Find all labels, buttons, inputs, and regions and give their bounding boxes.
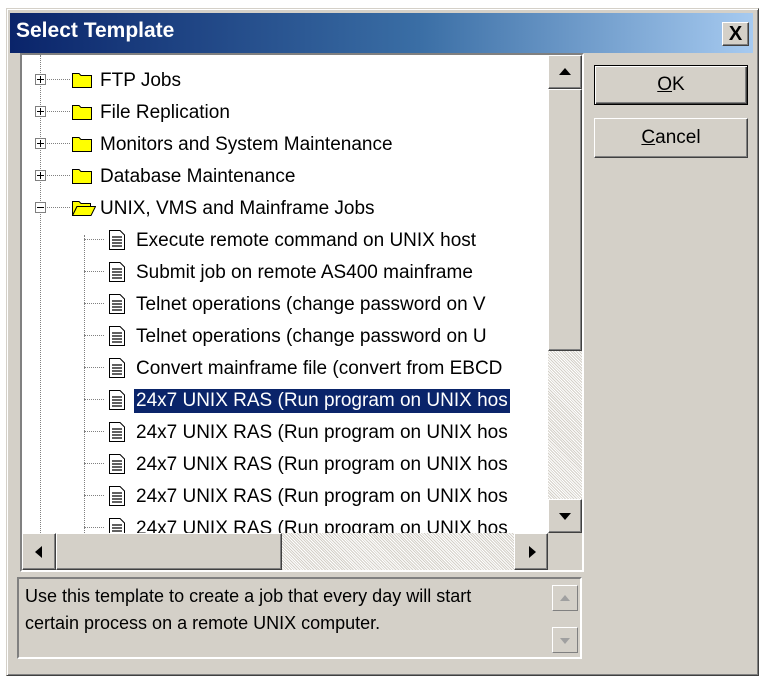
document-icon	[109, 326, 125, 346]
document-icon	[109, 454, 125, 474]
document-icon	[109, 230, 125, 250]
tree-connector	[84, 367, 104, 368]
tree-item-label: 24x7 UNIX RAS (Run program on UNIX hos	[133, 388, 511, 414]
folder-closed-icon	[72, 73, 92, 88]
document-icon	[109, 294, 125, 314]
cancel-button[interactable]: Cancel	[594, 118, 748, 158]
description-scrollbar[interactable]	[552, 581, 578, 655]
arrow-left-icon	[35, 546, 42, 558]
tree-item[interactable]: Execute remote command on UNIX host	[22, 225, 548, 257]
tree-connector	[84, 431, 104, 432]
tree-item[interactable]: 24x7 UNIX RAS (Run program on UNIX hos	[22, 449, 548, 481]
scroll-right-button[interactable]	[514, 533, 548, 570]
scroll-up-button[interactable]	[548, 55, 582, 89]
tree-folder-monitors[interactable]: Monitors and System Maintenance	[22, 129, 548, 161]
horizontal-scrollbar[interactable]	[22, 533, 548, 570]
tree-folder-unix-vms[interactable]: UNIX, VMS and Mainframe Jobs	[22, 193, 548, 225]
tree-item-selected[interactable]: 24x7 UNIX RAS (Run program on UNIX hos	[22, 385, 548, 417]
document-icon	[109, 486, 125, 506]
tree-item-label: 24x7 UNIX RAS (Run program on UNIX hos	[136, 518, 508, 533]
tree-item[interactable]: Telnet operations (change password on V	[22, 289, 548, 321]
tree-connector	[84, 463, 104, 464]
tree-folder-label: Database Maintenance	[100, 166, 296, 187]
tree-item[interactable]: 24x7 UNIX RAS (Run program on UNIX hos	[22, 513, 548, 533]
document-icon	[109, 390, 125, 410]
template-tree[interactable]: FTP Jobs File Replication Monitors and S…	[20, 53, 584, 572]
tree-folder-file-replication[interactable]: File Replication	[22, 97, 548, 129]
tree-folder-ftp-jobs[interactable]: FTP Jobs	[22, 65, 548, 97]
tree-connector	[84, 303, 104, 304]
scroll-thumb[interactable]	[56, 533, 282, 570]
tree-item-label: 24x7 UNIX RAS (Run program on UNIX hos	[136, 486, 508, 507]
folder-open-icon	[72, 201, 96, 216]
document-icon	[109, 358, 125, 378]
scroll-left-button[interactable]	[22, 533, 56, 570]
expand-plus-icon[interactable]	[35, 74, 46, 85]
tree-connector	[84, 399, 104, 400]
document-icon	[109, 518, 125, 533]
description-text: Use this template to create a job that e…	[25, 586, 472, 633]
tree-item[interactable]: 24x7 UNIX RAS (Run program on UNIX hos	[22, 481, 548, 513]
tree-connector	[84, 527, 104, 528]
expand-plus-icon[interactable]	[35, 138, 46, 149]
arrow-down-icon	[559, 513, 571, 520]
tree-item[interactable]: 24x7 UNIX RAS (Run program on UNIX hos	[22, 417, 548, 449]
scroll-up-button[interactable]	[552, 585, 578, 611]
tree-folder-label: File Replication	[100, 102, 230, 123]
arrow-right-icon	[529, 546, 536, 558]
tree-item[interactable]: Convert mainframe file (convert from EBC…	[22, 353, 548, 385]
scroll-down-button[interactable]	[552, 627, 578, 653]
tree-folder-label: FTP Jobs	[100, 70, 181, 91]
folder-closed-icon	[72, 137, 92, 152]
scrollbar-corner	[548, 533, 582, 570]
tree-item-label: 24x7 UNIX RAS (Run program on UNIX hos	[136, 422, 508, 443]
tree-item[interactable]: Telnet operations (change password on U	[22, 321, 548, 353]
expand-plus-icon[interactable]	[35, 106, 46, 117]
tree-item-label: Telnet operations (change password on U	[136, 326, 487, 347]
expand-plus-icon[interactable]	[35, 170, 46, 181]
tree-connector	[84, 495, 104, 496]
tree-item-label: Telnet operations (change password on V	[136, 294, 486, 315]
document-icon	[109, 262, 125, 282]
tree-connector	[84, 335, 104, 336]
scroll-thumb[interactable]	[548, 89, 582, 351]
document-icon	[109, 422, 125, 442]
title-bar[interactable]: Select Template X	[10, 13, 753, 53]
vertical-scrollbar[interactable]	[548, 55, 582, 533]
dialog-title: Select Template	[16, 19, 175, 42]
tree-connector	[84, 271, 104, 272]
tree-item-label: Submit job on remote AS400 mainframe	[136, 262, 473, 283]
tree-folder-database[interactable]: Database Maintenance	[22, 161, 548, 193]
tree-item-label: Convert mainframe file (convert from EBC…	[136, 358, 503, 379]
ok-button[interactable]: OK	[594, 65, 748, 105]
tree-folder-label: UNIX, VMS and Mainframe Jobs	[100, 198, 375, 219]
folder-closed-icon	[72, 105, 92, 120]
tree-connector	[84, 239, 104, 240]
tree-item-label: Execute remote command on UNIX host	[136, 230, 477, 251]
scroll-down-button[interactable]	[548, 499, 582, 533]
tree-item[interactable]: Submit job on remote AS400 mainframe	[22, 257, 548, 289]
close-button[interactable]: X	[722, 22, 749, 46]
arrow-down-icon	[560, 638, 570, 644]
template-description: Use this template to create a job that e…	[17, 577, 582, 659]
arrow-up-icon	[559, 68, 571, 75]
collapse-minus-icon[interactable]	[35, 202, 46, 213]
folder-closed-icon	[72, 169, 92, 184]
arrow-up-icon	[560, 595, 570, 601]
tree-content: FTP Jobs File Replication Monitors and S…	[22, 55, 548, 533]
tree-folder-label: Monitors and System Maintenance	[100, 134, 393, 155]
tree-item-label: 24x7 UNIX RAS (Run program on UNIX hos	[136, 454, 508, 475]
